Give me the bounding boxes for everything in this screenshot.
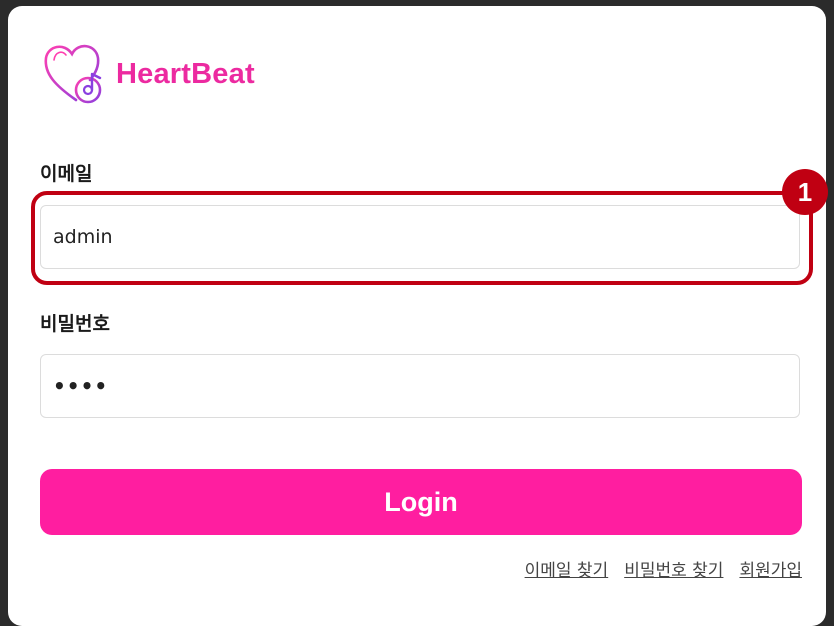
- password-field[interactable]: ••••: [40, 354, 800, 418]
- annotation-highlight-box: [31, 191, 813, 285]
- find-email-link[interactable]: 이메일 찾기: [525, 556, 609, 581]
- password-label: 비밀번호: [40, 313, 110, 335]
- logo: HeartBeat: [42, 40, 255, 108]
- brand-name: HeartBeat: [116, 57, 255, 90]
- email-label: 이메일: [40, 163, 93, 185]
- password-value: ••••: [53, 374, 109, 398]
- find-password-link[interactable]: 비밀번호 찾기: [624, 556, 723, 581]
- login-card: HeartBeat 이메일 admin 비밀번호 •••• Login 이메일 …: [8, 6, 828, 626]
- auxiliary-links: 이메일 찾기 비밀번호 찾기 회원가입: [525, 556, 802, 581]
- annotation-badge: 1: [782, 169, 828, 215]
- heart-music-note-icon: [44, 44, 102, 104]
- signup-link[interactable]: 회원가입: [739, 556, 802, 581]
- login-button[interactable]: Login: [40, 469, 802, 535]
